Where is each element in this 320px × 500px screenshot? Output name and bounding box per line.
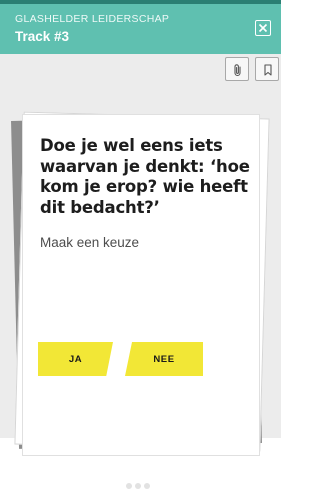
question-card: Doe je wel eens iets waarvan je denkt: ‘… — [22, 114, 260, 456]
page-dot[interactable] — [135, 483, 141, 489]
content-area: Doe je wel eens iets waarvan je denkt: ‘… — [0, 54, 281, 456]
app-header: GLASHELDER LEIDERSCHAP Track #3 — [0, 4, 281, 54]
page-dot[interactable] — [144, 483, 150, 489]
header-subtitle: GLASHELDER LEIDERSCHAP — [15, 13, 170, 25]
no-button[interactable]: NEE — [125, 342, 203, 376]
yes-button[interactable]: JA — [38, 342, 113, 376]
header-title: Track #3 — [15, 29, 70, 44]
paperclip-icon — [234, 64, 241, 77]
attachment-button[interactable] — [225, 57, 249, 81]
page-indicator — [126, 483, 156, 491]
bookmark-icon — [264, 64, 272, 76]
close-icon — [258, 23, 268, 33]
close-button[interactable] — [255, 20, 271, 36]
page-dot[interactable] — [126, 483, 132, 489]
choice-prompt: Maak een keuze — [40, 235, 140, 250]
question-text: Doe je wel eens iets waarvan je denkt: ‘… — [40, 136, 250, 217]
bookmark-button[interactable] — [255, 57, 279, 81]
